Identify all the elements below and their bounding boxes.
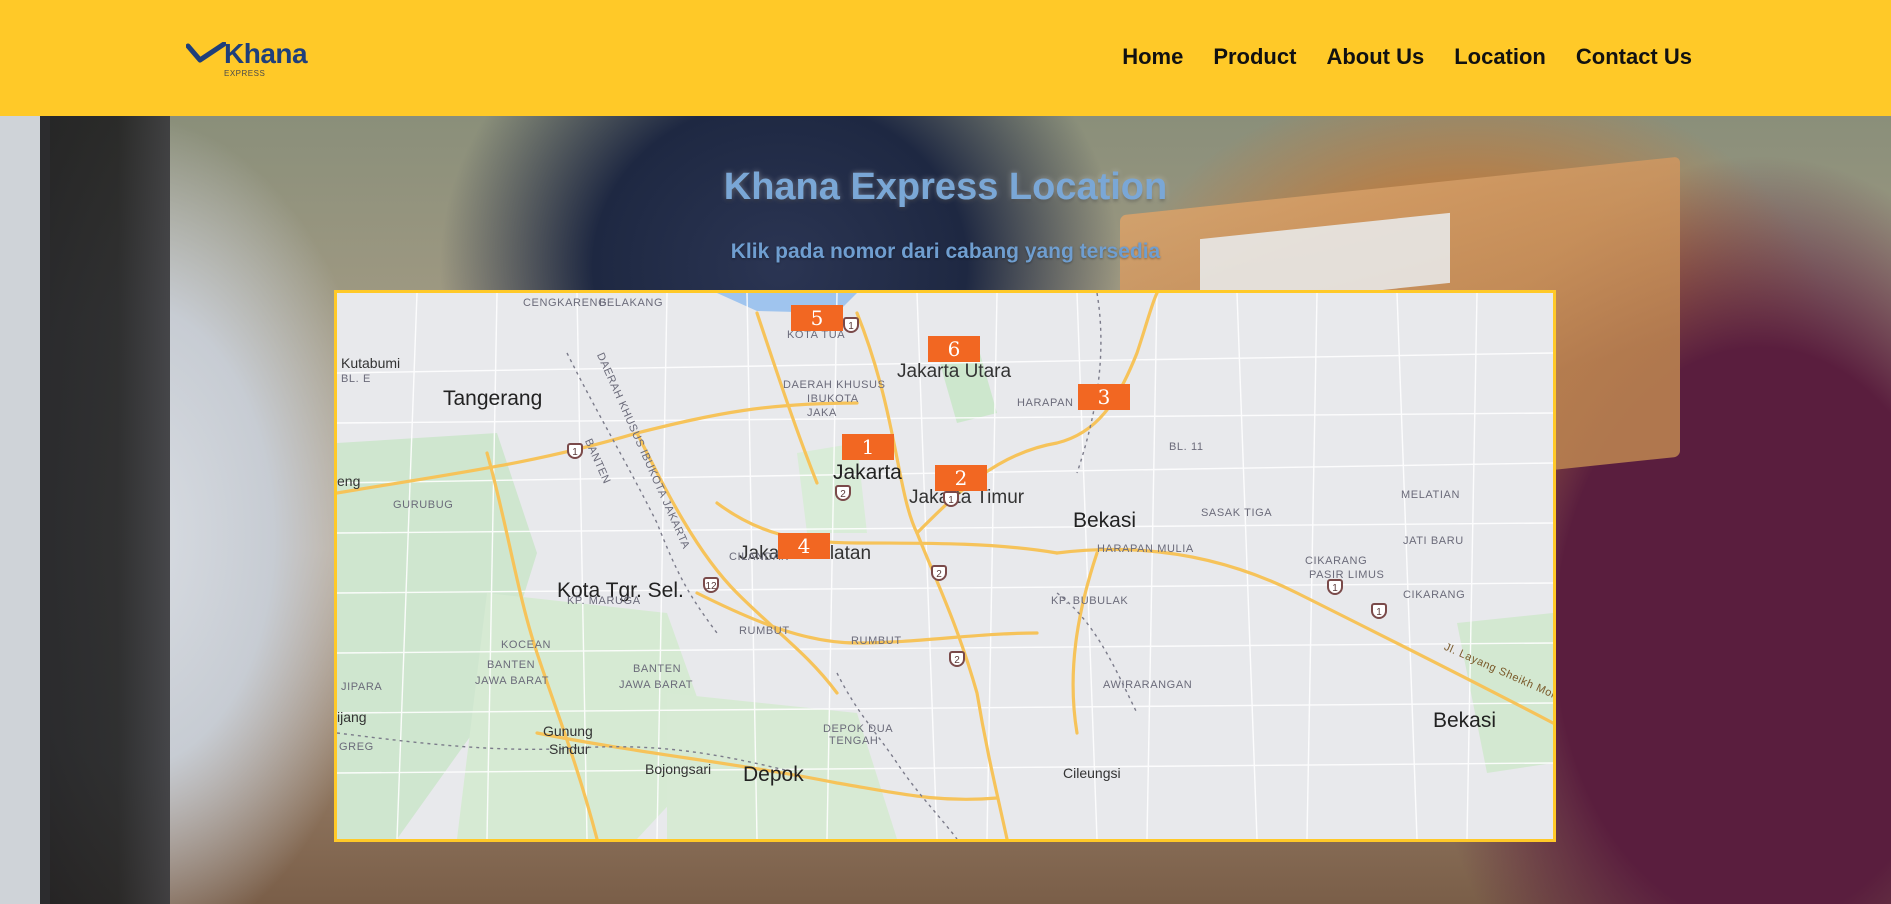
map-label-gurubug: GURUBUG bbox=[393, 499, 454, 511]
page-subtitle: Klik pada nomor dari cabang yang tersedi… bbox=[730, 240, 1161, 263]
map-label-eng: eng bbox=[337, 473, 361, 489]
nav-about-us-link[interactable]: About Us bbox=[1326, 44, 1424, 70]
top-navbar: Khana EXPRESS Home Product About Us Loca… bbox=[0, 0, 1891, 116]
branch-marker-3[interactable]: 3 bbox=[1078, 384, 1130, 410]
highway-shield-icon: 1 bbox=[943, 491, 959, 507]
branch-marker-1[interactable]: 1 bbox=[842, 434, 894, 460]
location-map[interactable]: Tangerang Jakarta Jakarta Utara Jakarta … bbox=[334, 290, 1556, 842]
branch-marker-4[interactable]: 4 bbox=[778, 533, 830, 559]
map-label-jakarta-utara: Jakarta Utara bbox=[897, 361, 1012, 382]
main-nav: Home Product About Us Location Contact U… bbox=[1092, 44, 1692, 70]
map-label-cileungsi: Cileungsi bbox=[1063, 765, 1121, 781]
branch-marker-5[interactable]: 5 bbox=[791, 305, 843, 331]
map-label-rumbut-west: RUMBUT bbox=[739, 625, 790, 637]
highway-shield-icon: 1 bbox=[567, 443, 583, 459]
map-label-tangerang: Tangerang bbox=[443, 387, 543, 410]
map-label-cengkareng: CENGKARENG bbox=[523, 297, 608, 309]
branch-marker-6[interactable]: 6 bbox=[928, 336, 980, 362]
highway-shield-icon: 12 bbox=[703, 577, 719, 593]
map-label-jawa-barat-east: JAWA BARAT bbox=[619, 679, 694, 691]
map-label-depok-dua-tengah: TENGAH bbox=[829, 735, 879, 747]
highway-shield-icon: 1 bbox=[1371, 603, 1387, 619]
nav-product-link[interactable]: Product bbox=[1213, 44, 1296, 70]
map-label-ibukota: IBUKOTA bbox=[807, 393, 859, 405]
map-label-bl-e: BL. E bbox=[341, 373, 371, 385]
map-label-pasir-limus: PASIR LIMUS bbox=[1309, 569, 1385, 581]
map-label-kutabumi: Kutabumi bbox=[341, 355, 401, 371]
map-label-sindur: Sindur bbox=[549, 741, 590, 757]
map-label-bekasi: Bekasi bbox=[1073, 509, 1137, 532]
nav-home-link[interactable]: Home bbox=[1122, 44, 1183, 70]
map-label-rumbut-east: RUMBUT bbox=[851, 635, 902, 647]
map-label-jipara: JIPARA bbox=[341, 681, 383, 693]
logo-tagline: EXPRESS bbox=[224, 69, 266, 78]
map-label-depok: Depok bbox=[743, 763, 804, 786]
map-label-bojongsari: Bojongsari bbox=[645, 761, 712, 777]
highway-shield-icon: 2 bbox=[931, 565, 947, 581]
map-label-depok-dua: DEPOK DUA bbox=[823, 723, 894, 735]
highway-shield-icon: 1 bbox=[843, 317, 859, 333]
map-label-daerah-khusus: DAERAH KHUSUS bbox=[783, 379, 886, 391]
nav-contact-us-link[interactable]: Contact Us bbox=[1576, 44, 1692, 70]
map-label-bl-11: BL. 11 bbox=[1169, 441, 1204, 453]
map-label-belakang: BELAKANG bbox=[599, 297, 664, 309]
map-label-harapan-mulia: HARAPAN MULIA bbox=[1097, 543, 1194, 555]
khana-express-logo[interactable]: Khana EXPRESS bbox=[186, 38, 316, 82]
map-label-jati-baru: JATI BARU bbox=[1403, 535, 1464, 547]
map-label-awirarangan: AWIRARANGAN bbox=[1103, 679, 1193, 691]
map-label-melatian: MELATIAN bbox=[1401, 489, 1460, 501]
map-label-gunung: Gunung bbox=[543, 723, 593, 739]
logo-swoosh-icon bbox=[186, 42, 226, 63]
map-label-sasak-tiga: SASAK TIGA bbox=[1201, 507, 1273, 519]
map-label-banten-west: BANTEN bbox=[487, 659, 536, 671]
map-label-kocean: KOCEAN bbox=[501, 639, 552, 651]
map-label-cikarang: CIKARANG bbox=[1305, 555, 1368, 567]
nav-location-link[interactable]: Location bbox=[1454, 44, 1546, 70]
map-label-banten-east: BANTEN bbox=[633, 663, 682, 675]
highway-shield-icon: 2 bbox=[949, 651, 965, 667]
map-label-kp-bubulak: KP. BUBULAK bbox=[1051, 595, 1129, 607]
map-label-jawa-barat-west: JAWA BARAT bbox=[475, 675, 550, 687]
hero-section: Khana Express Location Klik pada nomor d… bbox=[0, 116, 1891, 904]
map-label-greg: GREG bbox=[339, 741, 374, 753]
map-label-bekasi-east: Bekasi bbox=[1433, 709, 1497, 732]
map-label-kp-maruga: KP. MARUGA bbox=[567, 595, 641, 607]
highway-shield-icon: 2 bbox=[835, 485, 851, 501]
branch-marker-2[interactable]: 2 bbox=[935, 465, 987, 491]
map-label-cikarang-east: CIKARANG bbox=[1403, 589, 1466, 601]
map-label-jaka: JAKA bbox=[807, 407, 837, 419]
page-title: Khana Express Location bbox=[723, 166, 1168, 208]
hero-background-door-edge bbox=[40, 116, 170, 904]
map-label-jakarta: Jakarta bbox=[833, 461, 902, 484]
highway-shield-icon: 1 bbox=[1327, 579, 1343, 595]
map-label-ijang: ijang bbox=[337, 709, 367, 725]
logo-brand-name: Khana bbox=[224, 38, 308, 69]
